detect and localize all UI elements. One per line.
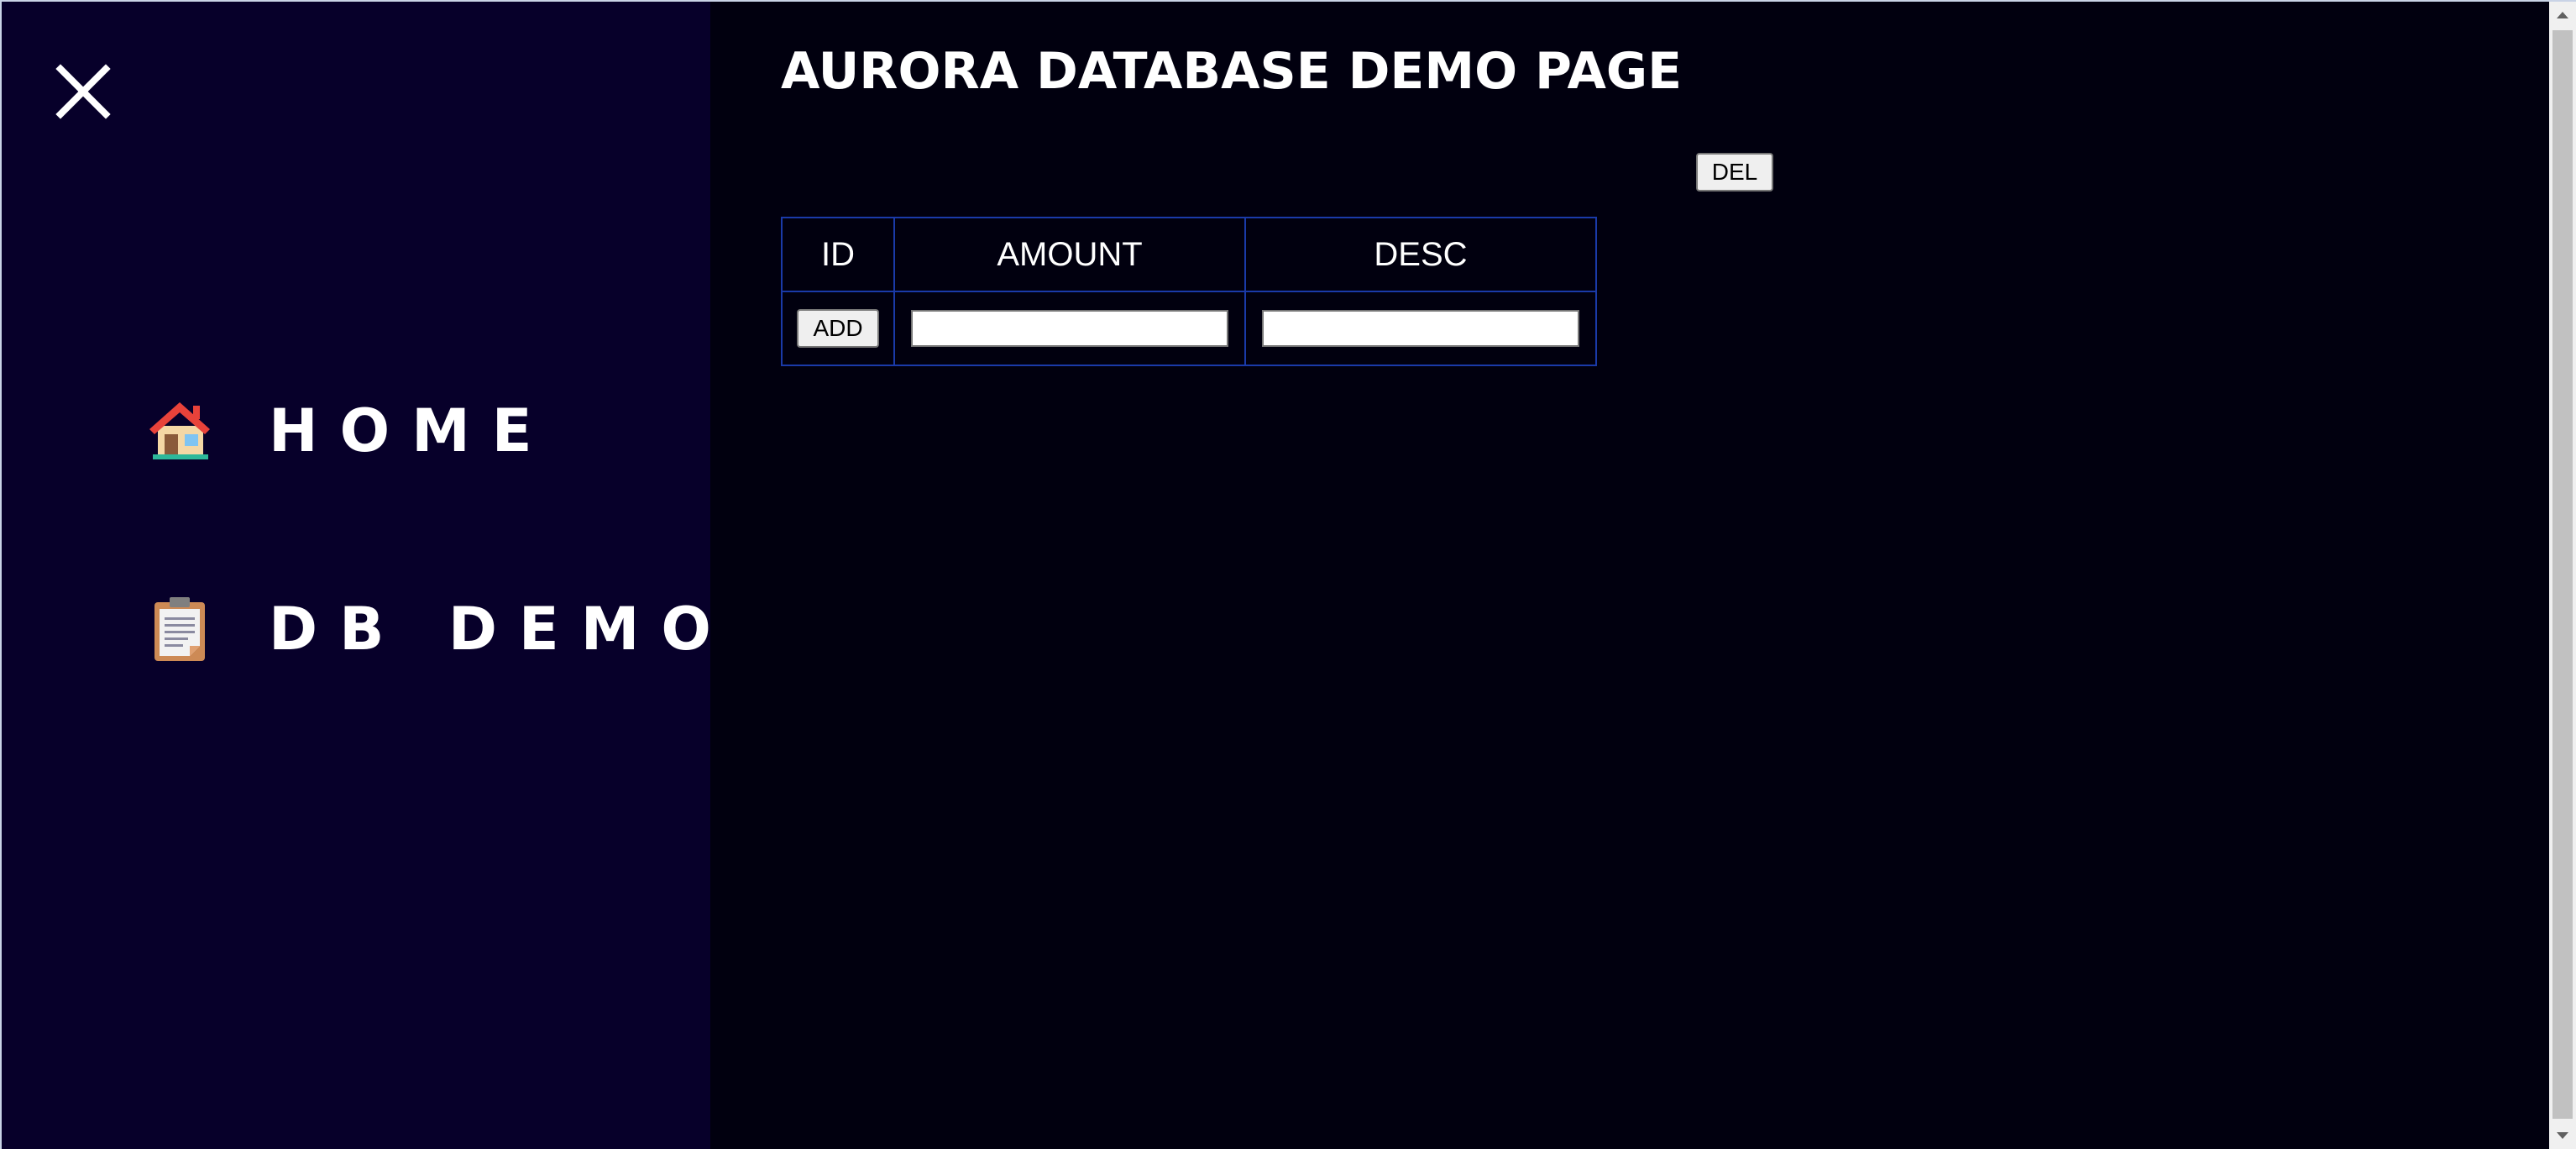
app-window: HOME DB DEMO AURORA DATABASE DEMO PAGE D… — [0, 0, 2576, 1149]
close-sidebar-button[interactable] — [54, 62, 113, 121]
desc-input[interactable] — [1262, 310, 1579, 347]
id-cell: ADD — [781, 291, 895, 366]
page-title: AURORA DATABASE DEMO PAGE — [781, 42, 1683, 101]
column-header-amount: AMOUNT — [893, 217, 1246, 292]
sidebar-item-label: HOME — [269, 396, 554, 465]
scrollbar-thumb[interactable] — [2552, 30, 2573, 1119]
vertical-scrollbar[interactable] — [2549, 2, 2576, 1149]
close-icon — [55, 64, 111, 119]
table-row: ADD — [781, 291, 1597, 366]
clipboard-icon — [146, 595, 213, 663]
scroll-down-button[interactable] — [2549, 1122, 2576, 1149]
main-content: AURORA DATABASE DEMO PAGE DEL ID AMOUNT … — [710, 2, 2551, 1149]
delete-button[interactable]: DEL — [1696, 153, 1773, 192]
data-table: ID AMOUNT DESC ADD — [781, 217, 1597, 366]
sidebar-item-home[interactable]: HOME — [146, 396, 554, 465]
amount-input[interactable] — [911, 310, 1228, 347]
amount-cell — [893, 291, 1246, 366]
desc-cell — [1244, 291, 1597, 366]
sidebar-item-label: DB DEMO — [269, 595, 733, 664]
add-button[interactable]: ADD — [797, 309, 879, 348]
scroll-up-button[interactable] — [2549, 2, 2576, 29]
column-header-id: ID — [781, 217, 895, 292]
sidebar-item-db-demo[interactable]: DB DEMO — [146, 595, 733, 664]
sidebar: HOME DB DEMO — [2, 2, 711, 1149]
house-icon — [146, 397, 213, 464]
table-header-row: ID AMOUNT DESC — [781, 217, 1597, 292]
column-header-desc: DESC — [1244, 217, 1597, 292]
scroll-down-arrow-icon — [2557, 1132, 2568, 1139]
scroll-up-arrow-icon — [2557, 12, 2568, 18]
